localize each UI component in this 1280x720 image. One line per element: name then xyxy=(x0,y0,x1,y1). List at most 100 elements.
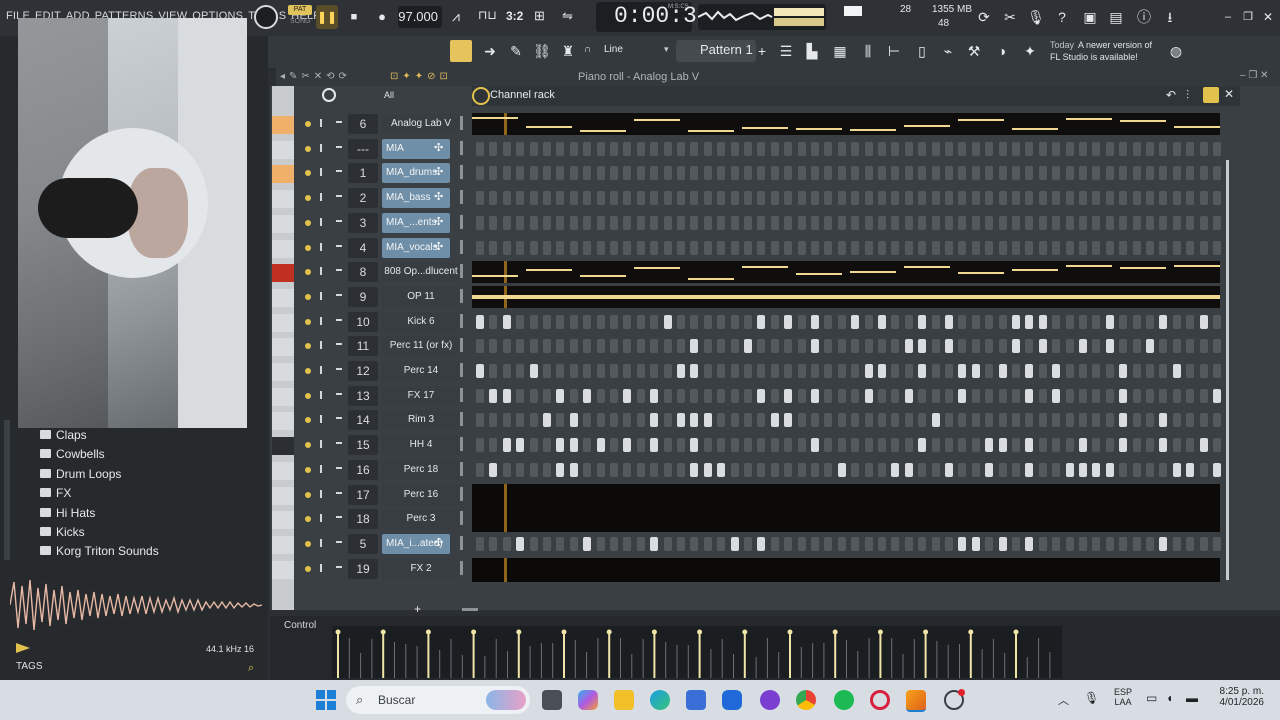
step-button[interactable] xyxy=(837,462,846,477)
step-button[interactable] xyxy=(610,413,618,428)
step-button[interactable] xyxy=(583,536,592,551)
channel-name-button[interactable]: FX 2 xyxy=(382,558,460,579)
step-button[interactable] xyxy=(797,388,806,403)
task-view-icon[interactable] xyxy=(542,690,562,710)
step-button[interactable] xyxy=(610,191,618,206)
step-button[interactable] xyxy=(1065,388,1074,403)
step-button[interactable] xyxy=(797,141,806,156)
step-button[interactable] xyxy=(1079,141,1087,156)
step-button[interactable] xyxy=(516,388,525,403)
undo-history-icon[interactable]: ⟳ xyxy=(974,7,994,27)
mixer-track-number[interactable]: 18 xyxy=(348,509,378,530)
step-button[interactable] xyxy=(998,166,1007,181)
step-button[interactable] xyxy=(770,462,779,477)
step-button[interactable] xyxy=(904,215,913,230)
step-button[interactable] xyxy=(1132,413,1141,428)
step-button[interactable] xyxy=(878,166,886,181)
step-button[interactable] xyxy=(1052,536,1061,551)
step-button[interactable] xyxy=(770,438,779,453)
step-button[interactable] xyxy=(1065,314,1074,329)
step-button[interactable] xyxy=(690,364,699,378)
step-button[interactable] xyxy=(489,141,498,156)
pan-knob-icon[interactable] xyxy=(320,316,322,325)
pan-knob-icon[interactable] xyxy=(320,514,322,523)
step-button[interactable] xyxy=(904,388,913,403)
channel-name-button[interactable]: OP 11 xyxy=(382,286,460,307)
step-button[interactable] xyxy=(1172,339,1181,354)
step-button[interactable] xyxy=(931,240,940,255)
step-button[interactable] xyxy=(663,141,672,156)
step-button[interactable] xyxy=(1105,215,1114,230)
step-button[interactable] xyxy=(610,215,618,230)
piano-roll-preview[interactable] xyxy=(472,113,1220,135)
step-button[interactable] xyxy=(1213,215,1221,230)
step-button[interactable] xyxy=(797,215,806,230)
step-button[interactable] xyxy=(958,191,967,206)
step-button[interactable] xyxy=(1052,314,1061,329)
step-button[interactable] xyxy=(931,141,940,156)
step-button[interactable] xyxy=(878,339,886,354)
step-button[interactable] xyxy=(958,215,967,230)
step-button[interactable] xyxy=(543,191,551,206)
close-icon[interactable]: ✕ xyxy=(1258,7,1278,27)
step-button[interactable] xyxy=(610,339,618,354)
channel-select-indicator[interactable] xyxy=(460,288,463,303)
step-button[interactable] xyxy=(1065,240,1074,255)
step-button[interactable] xyxy=(569,191,578,206)
step-button[interactable] xyxy=(1132,462,1141,477)
mixer-track-number[interactable]: 2 xyxy=(348,188,378,209)
piano-roll-tools-icon-2[interactable]: ⊡✦✦⊘⊡ xyxy=(390,71,452,82)
automation-lane[interactable] xyxy=(332,626,1062,678)
step-button[interactable] xyxy=(703,413,712,428)
step-button[interactable] xyxy=(610,462,618,477)
step-button[interactable] xyxy=(1119,166,1128,181)
step-button[interactable] xyxy=(636,141,645,156)
step-button[interactable] xyxy=(797,438,806,453)
step-button[interactable] xyxy=(730,191,739,206)
step-button[interactable] xyxy=(904,413,913,428)
pat-mode-button[interactable]: PAT xyxy=(288,5,312,15)
window-controls-icon[interactable]: – ❐ ✕ xyxy=(1240,70,1268,81)
step-button[interactable] xyxy=(864,240,873,255)
step-button[interactable] xyxy=(1038,191,1047,206)
step-button[interactable] xyxy=(931,536,940,551)
step-button[interactable] xyxy=(784,438,793,453)
tray-chevron-icon[interactable]: ︿ xyxy=(1058,692,1069,708)
step-button[interactable] xyxy=(904,339,913,354)
edge-icon[interactable] xyxy=(650,690,670,710)
step-button[interactable] xyxy=(1119,240,1128,255)
step-button[interactable] xyxy=(958,339,967,354)
step-button[interactable] xyxy=(837,240,846,255)
step-button[interactable] xyxy=(610,314,618,329)
step-button[interactable] xyxy=(1186,191,1195,206)
step-button[interactable] xyxy=(784,413,793,428)
volume-knob-icon[interactable] xyxy=(336,417,342,420)
pan-knob-icon[interactable] xyxy=(320,538,322,547)
step-button[interactable] xyxy=(1146,314,1154,329)
step-button[interactable] xyxy=(516,141,525,156)
step-button[interactable] xyxy=(864,364,873,378)
step-button[interactable] xyxy=(878,215,886,230)
step-button[interactable] xyxy=(985,462,994,477)
step-button[interactable] xyxy=(891,364,900,378)
step-button[interactable] xyxy=(1172,191,1181,206)
step-button[interactable] xyxy=(677,462,685,477)
step-button[interactable] xyxy=(757,388,766,403)
step-button[interactable] xyxy=(864,191,873,206)
store-icon[interactable] xyxy=(686,690,706,710)
browser-folder[interactable]: Kicks xyxy=(40,525,85,539)
step-button[interactable] xyxy=(931,438,940,453)
channel-select-indicator[interactable] xyxy=(460,511,463,526)
step-button[interactable] xyxy=(1052,413,1061,428)
pan-knob-icon[interactable] xyxy=(320,217,322,226)
step-button[interactable] xyxy=(931,388,940,403)
step-button[interactable] xyxy=(556,215,565,230)
step-button[interactable] xyxy=(703,438,712,453)
step-button[interactable] xyxy=(904,240,913,255)
step-button[interactable] xyxy=(1213,462,1221,477)
step-button[interactable] xyxy=(797,462,806,477)
step-button[interactable] xyxy=(1038,141,1047,156)
step-button[interactable] xyxy=(543,339,551,354)
step-button[interactable] xyxy=(945,191,953,206)
step-button[interactable] xyxy=(744,240,752,255)
